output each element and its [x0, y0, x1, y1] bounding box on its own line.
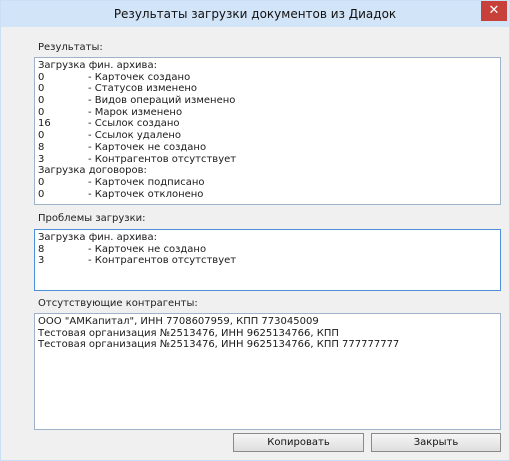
missing-label: Отсутствующие контрагенты:: [38, 298, 198, 309]
list-item: 3 - Контрагентов отсутствует: [35, 154, 500, 166]
title-bar[interactable]: Результаты загрузки документов из Диадок…: [1, 1, 509, 27]
close-window-icon[interactable]: ✕: [481, 1, 507, 21]
list-item: 8 - Карточек не создано: [35, 244, 500, 256]
results-list[interactable]: Загрузка фин. архива: 0- Карточек создано…: [34, 57, 501, 205]
count-description: - Ссылок удалено: [88, 130, 182, 142]
list-item: 0 - Марок изменено: [35, 107, 500, 119]
list-item: 0 - Видов операций изменено: [35, 95, 500, 107]
count-description: - Марок изменено: [88, 106, 183, 118]
count-value: 3: [38, 153, 45, 165]
count-value: 8: [38, 141, 45, 153]
list-item: 0 - Карточек подписано: [35, 177, 500, 189]
count-description: - Карточек подписано: [88, 176, 205, 188]
count-description: - Карточек создано: [88, 71, 191, 83]
count-value: 3: [38, 255, 45, 267]
missing-counterparties-list[interactable]: ООО "АМКапитал", ИНН 7708607959, КПП 773…: [34, 313, 501, 430]
list-item: 0 - Карточек создано: [35, 72, 500, 84]
count-description: - Контрагентов отсутствует: [88, 255, 237, 267]
count-description: - Контрагентов отсутствует: [88, 153, 237, 165]
count-description: - Видов операций изменено: [88, 95, 236, 107]
count-value: 0: [38, 188, 45, 200]
problems-label: Проблемы загрузки:: [38, 213, 146, 224]
list-item: Загрузка фин. архива:: [35, 60, 500, 72]
list-item: 0 - Карточек отклонено: [35, 189, 500, 201]
list-item: Загрузка договоров:: [35, 165, 500, 177]
list-item: 0 - Статусов изменено: [35, 83, 500, 95]
counterparty-item: Тестовая организация №2513476, ИНН 96251…: [38, 339, 400, 351]
counterparty-item: Тестовая организация №2513476, ИНН 96251…: [38, 327, 339, 339]
list-item: Загрузка фин. архива:: [35, 232, 500, 244]
count-value: 0: [38, 176, 45, 188]
count-description: - Статусов изменено: [88, 83, 198, 95]
count-value: 0: [38, 130, 45, 142]
section-heading: Загрузка фин. архива:: [38, 232, 157, 243]
results-label: Результаты:: [38, 42, 103, 53]
dialog-window: Результаты загрузки документов из Диадок…: [0, 0, 510, 461]
count-value: 0: [38, 106, 45, 118]
count-description: - Карточек не создано: [88, 243, 207, 255]
window-title: Результаты загрузки документов из Диадок: [113, 7, 397, 21]
list-item: 0 - Ссылок удалено: [35, 130, 500, 142]
copy-button[interactable]: Копировать: [233, 433, 364, 452]
list-item: 3 - Контрагентов отсутствует: [35, 255, 500, 267]
section-heading: Загрузка фин. архива:: [38, 60, 157, 71]
close-button[interactable]: Закрыть: [371, 433, 501, 452]
count-description: - Карточек не создано: [88, 141, 207, 153]
count-description: - Ссылок создано: [88, 118, 180, 130]
count-value: 0: [38, 83, 45, 95]
count-description: - Карточек отклонено: [88, 188, 204, 200]
count-value: 0: [38, 95, 45, 107]
count-value: 16: [38, 118, 51, 130]
problems-list[interactable]: Загрузка фин. архива: 8 - Карточек не созд…: [34, 229, 501, 291]
section-heading: Загрузка договоров:: [38, 165, 147, 177]
list-item: 8 - Карточек не создано: [35, 142, 500, 154]
count-value: 8: [38, 243, 45, 255]
count-value: 0: [38, 71, 45, 83]
list-item: 16 - Ссылок создано: [35, 118, 500, 130]
counterparty-item: ООО "АМКапитал", ИНН 7708607959, КПП 773…: [38, 316, 319, 327]
